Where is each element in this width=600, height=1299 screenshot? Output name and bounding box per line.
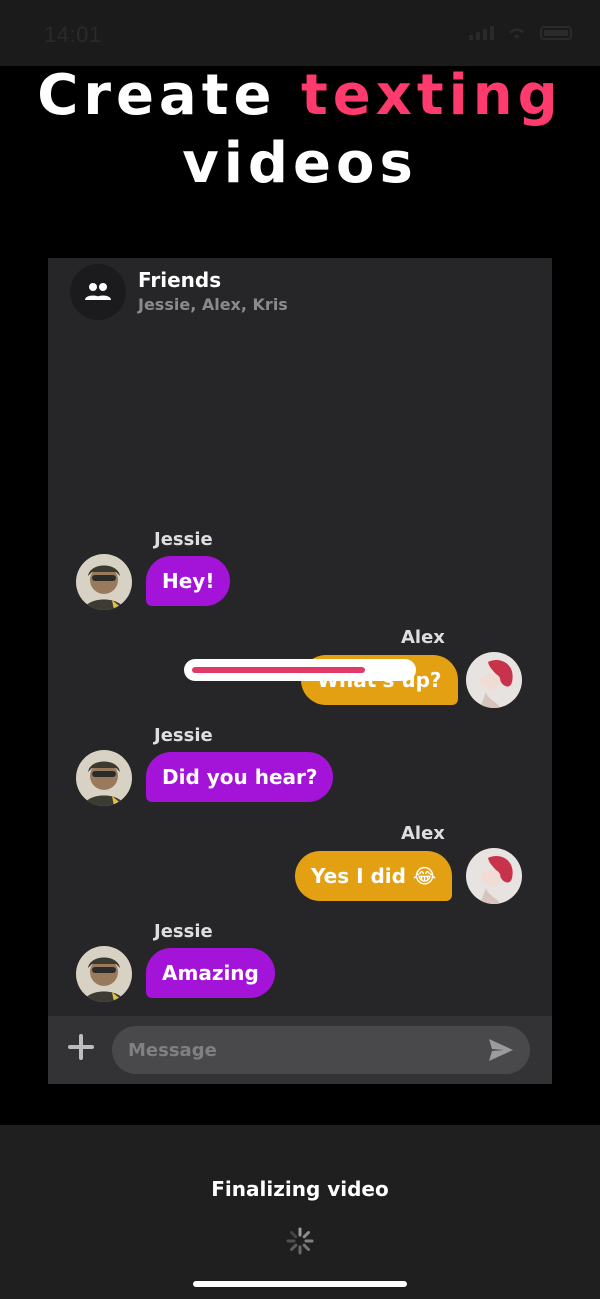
export-status: Finalizing video (211, 1177, 389, 1201)
avatar-alex (466, 848, 522, 904)
headline-line-1: Create texting (0, 62, 600, 130)
sender-name: Alex (401, 823, 445, 844)
sender-name: Jessie (154, 921, 213, 942)
message-bubble: Yes I did 😂 (295, 851, 453, 901)
status-bar: 14:01 (0, 0, 600, 66)
avatar-jessie (76, 554, 132, 610)
chat-preview: Friends Jessie, Alex, Kris Jessie Hey! A… (48, 258, 552, 1084)
message-bubble: Hey! (146, 556, 231, 606)
sender-name: Jessie (154, 725, 213, 746)
avatar-jessie (76, 750, 132, 806)
message-composer (48, 1016, 552, 1084)
message-bubble: Amazing (146, 948, 275, 998)
sender-name: Jessie (154, 529, 213, 550)
sender-name: Alex (401, 627, 445, 648)
headline-create: Create (37, 63, 301, 128)
spinner-icon (286, 1227, 314, 1255)
chat-members: Jessie, Alex, Kris (138, 295, 288, 314)
wifi-icon (509, 28, 525, 39)
signal-icon (469, 26, 494, 40)
message-input[interactable] (128, 1026, 468, 1074)
group-avatar (70, 264, 126, 320)
status-icons (469, 26, 572, 40)
progress-bar (184, 659, 416, 681)
group-icon (85, 283, 111, 300)
headline-texting: texting (300, 63, 563, 128)
message-field[interactable] (112, 1026, 530, 1074)
export-sheet: Finalizing video (0, 1125, 600, 1299)
headline-line-2: videos (182, 131, 418, 196)
headline: Create texting videos (0, 62, 600, 198)
send-icon[interactable] (488, 1038, 514, 1062)
status-time: 14:01 (44, 22, 102, 47)
avatar-jessie (76, 946, 132, 1002)
message-bubble: Did you hear? (146, 752, 334, 802)
plus-icon[interactable] (68, 1034, 94, 1060)
home-indicator (193, 1281, 407, 1287)
battery-icon (540, 26, 572, 40)
progress-fill (192, 667, 365, 673)
chat-header: Friends Jessie, Alex, Kris (48, 258, 552, 328)
chat-title: Friends (138, 268, 222, 292)
avatar-alex (466, 652, 522, 708)
